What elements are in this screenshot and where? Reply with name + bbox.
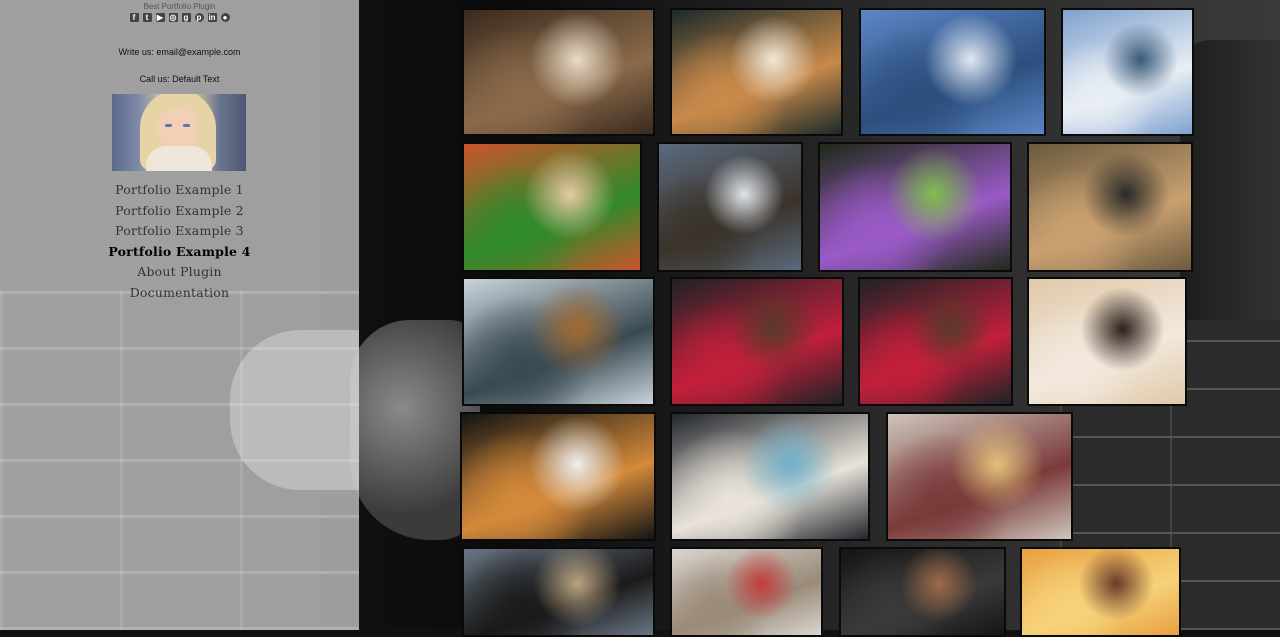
social-links: f t ▶ ◎ g p in ● <box>0 13 359 22</box>
avatar <box>112 94 246 171</box>
photo-lake-mountains[interactable] <box>859 8 1046 136</box>
photo-chocolate-raspberry-2[interactable] <box>858 277 1013 406</box>
youtube-icon[interactable]: ▶ <box>155 13 165 22</box>
photo-breakfast-newspaper[interactable] <box>670 412 870 541</box>
photo-snow-valley[interactable] <box>1061 8 1194 136</box>
photo-woman-pillows[interactable] <box>1027 277 1187 406</box>
photo-pier-lake[interactable] <box>462 277 655 406</box>
site-title[interactable]: Best Portfolio Plugin <box>0 2 359 11</box>
linkedin-icon[interactable]: in <box>207 13 217 22</box>
photo-woman-book[interactable] <box>886 412 1073 541</box>
sidebar-background-arm <box>230 330 359 490</box>
menu-item-portfolio-example-3[interactable]: Portfolio Example 3 <box>0 221 359 242</box>
photo-vegetables[interactable] <box>462 142 642 272</box>
facebook-icon[interactable]: f <box>129 13 139 22</box>
pinterest-icon[interactable]: p <box>194 13 204 22</box>
photo-man-dark[interactable] <box>839 547 1006 637</box>
menu-item-about-plugin[interactable]: About Plugin <box>0 262 359 283</box>
main-menu: Portfolio Example 1 Portfolio Example 2 … <box>0 180 359 303</box>
menu-item-portfolio-example-1[interactable]: Portfolio Example 1 <box>0 180 359 201</box>
photo-coffee-cup[interactable] <box>670 8 843 136</box>
menu-item-documentation[interactable]: Documentation <box>0 283 359 304</box>
photo-car-mirror[interactable] <box>462 547 655 637</box>
photo-sunset-hiker[interactable] <box>1020 547 1181 637</box>
google-plus-icon[interactable]: g <box>181 13 191 22</box>
photo-chocolate-raspberry-1[interactable] <box>670 277 844 406</box>
photo-hiker-mountain[interactable] <box>657 142 803 272</box>
menu-item-portfolio-example-4[interactable]: Portfolio Example 4 <box>0 242 359 263</box>
menu-item-portfolio-example-2[interactable]: Portfolio Example 2 <box>0 201 359 222</box>
photo-croissant-coffee[interactable] <box>460 412 656 541</box>
photo-asian-food[interactable] <box>462 8 655 136</box>
github-icon[interactable]: ● <box>220 13 230 22</box>
twitter-icon[interactable]: t <box>142 13 152 22</box>
instagram-icon[interactable]: ◎ <box>168 13 178 22</box>
write-us-text: Write us: email@example.com <box>118 47 241 57</box>
photo-color-powder[interactable] <box>818 142 1012 272</box>
photo-woman-door[interactable] <box>1027 142 1193 272</box>
sidebar: Best Portfolio Plugin f t ▶ ◎ g p in ● W… <box>0 0 359 630</box>
photo-woman-gym[interactable] <box>670 547 823 637</box>
call-us-text: Call us: Default Text <box>139 74 220 84</box>
